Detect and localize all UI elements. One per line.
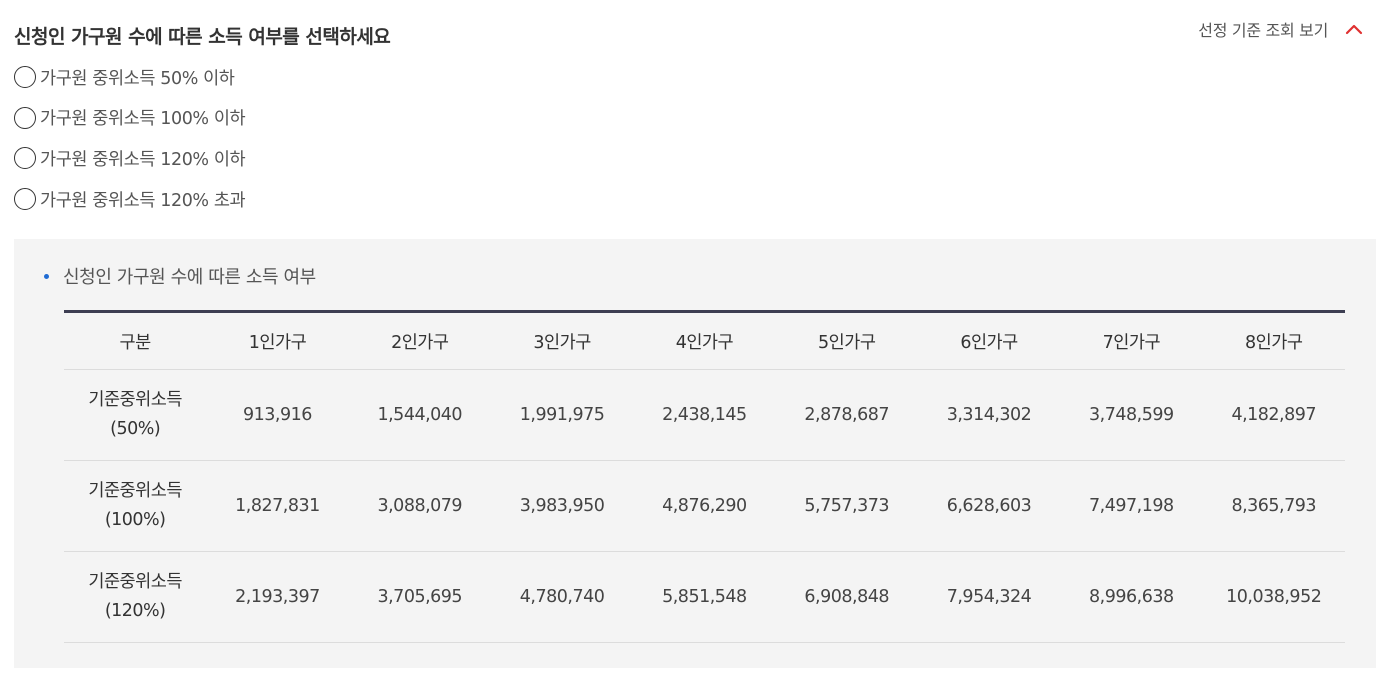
panel-heading: 신청인 가구원 수에 따른 소득 여부 — [44, 263, 316, 289]
table-cell: 6,628,603 — [917, 460, 1061, 552]
criteria-toggle-button[interactable]: 선정 기준 조회 보기 — [1198, 17, 1364, 41]
table-header-row: 구분 1인가구 2인가구 3인가구 4인가구 5인가구 6인가구 7인가구 8인… — [64, 311, 1345, 370]
table-cell: 1,827,831 — [206, 460, 349, 552]
table-cell: 2,438,145 — [633, 369, 776, 461]
table-cell: 4,876,290 — [633, 460, 776, 552]
radio-circle[interactable] — [14, 106, 36, 129]
column-header: 7인가구 — [1060, 311, 1203, 370]
table-cell: 3,983,950 — [490, 460, 634, 552]
row-header-cell: 기준중위소득 (120%) — [64, 551, 207, 643]
criteria-panel: 신청인 가구원 수에 따른 소득 여부 구분 1인가구 2인가구 3인가구 4인… — [14, 239, 1376, 668]
criteria-toggle-label: 선정 기준 조회 보기 — [1198, 21, 1328, 40]
row-sublabel: (120%) — [104, 601, 166, 621]
radio-circle[interactable] — [14, 147, 36, 170]
income-option-group: 가구원 중위소득 50% 이하 가구원 중위소득 100% 이하 가구원 중위소… — [14, 62, 246, 225]
table-cell: 10,038,952 — [1202, 551, 1345, 643]
row-label: 기준중위소득 — [88, 390, 182, 410]
column-header: 4인가구 — [633, 311, 776, 370]
chevron-up-icon[interactable] — [1344, 19, 1364, 39]
table-cell: 913,916 — [206, 369, 349, 461]
radio-circle[interactable] — [14, 188, 36, 211]
column-header: 8인가구 — [1202, 311, 1345, 370]
table-row: 기준중위소득 (50%) 913,916 1,544,040 1,991,975… — [64, 369, 1345, 461]
panel-title: 신청인 가구원 수에 따른 소득 여부 — [63, 267, 316, 288]
table-row: 기준중위소득 (120%) 2,193,397 3,705,695 4,780,… — [64, 551, 1345, 643]
table-cell: 1,544,040 — [348, 369, 491, 461]
row-label: 기준중위소득 — [88, 572, 182, 592]
income-criteria-table: 구분 1인가구 2인가구 3인가구 4인가구 5인가구 6인가구 7인가구 8인… — [64, 310, 1345, 643]
table-cell: 2,193,397 — [206, 551, 349, 643]
row-header-cell: 기준중위소득 (50%) — [64, 369, 207, 461]
column-header: 3인가구 — [490, 311, 634, 370]
table-cell: 5,851,548 — [633, 551, 776, 643]
table-cell: 3,748,599 — [1060, 369, 1203, 461]
income-option-120-above[interactable]: 가구원 중위소득 120% 초과 — [14, 184, 246, 214]
option-label: 가구원 중위소득 120% 초과 — [40, 190, 246, 211]
option-label: 가구원 중위소득 100% 이하 — [40, 109, 246, 130]
table-cell: 8,365,793 — [1202, 460, 1345, 552]
table-cell: 8,996,638 — [1060, 551, 1203, 643]
column-header: 1인가구 — [206, 311, 349, 370]
column-header: 2인가구 — [348, 311, 491, 370]
income-option-50[interactable]: 가구원 중위소득 50% 이하 — [14, 62, 245, 92]
row-label: 기준중위소득 — [88, 481, 182, 501]
column-header: 5인가구 — [775, 311, 918, 370]
option-label: 가구원 중위소득 120% 이하 — [40, 149, 246, 170]
table-cell: 7,954,324 — [917, 551, 1061, 643]
table-cell: 4,780,740 — [490, 551, 634, 643]
income-option-100[interactable]: 가구원 중위소득 100% 이하 — [14, 103, 246, 133]
table-cell: 7,497,198 — [1060, 460, 1203, 552]
option-label: 가구원 중위소득 50% 이하 — [40, 68, 235, 89]
table-cell: 3,088,079 — [348, 460, 491, 552]
radio-circle[interactable] — [14, 66, 36, 88]
row-sublabel: (100%) — [104, 510, 166, 530]
row-header-cell: 기준중위소득 (100%) — [64, 460, 207, 552]
table-cell: 2,878,687 — [775, 369, 918, 461]
row-sublabel: (50%) — [110, 419, 161, 439]
column-header: 구분 — [64, 311, 207, 370]
table-cell: 3,705,695 — [348, 551, 491, 643]
column-header: 6인가구 — [917, 311, 1061, 370]
table-cell: 5,757,373 — [775, 460, 918, 552]
table-cell: 3,314,302 — [917, 369, 1061, 461]
bullet-icon — [44, 273, 49, 279]
table-cell: 4,182,897 — [1202, 369, 1345, 461]
income-option-120-below[interactable]: 가구원 중위소득 120% 이하 — [14, 143, 246, 173]
question-title: 신청인 가구원 수에 따른 소득 여부를 선택하세요 — [14, 26, 391, 48]
table-row: 기준중위소득 (100%) 1,827,831 3,088,079 3,983,… — [64, 460, 1345, 552]
table-cell: 6,908,848 — [775, 551, 918, 643]
table-cell: 1,991,975 — [490, 369, 634, 461]
